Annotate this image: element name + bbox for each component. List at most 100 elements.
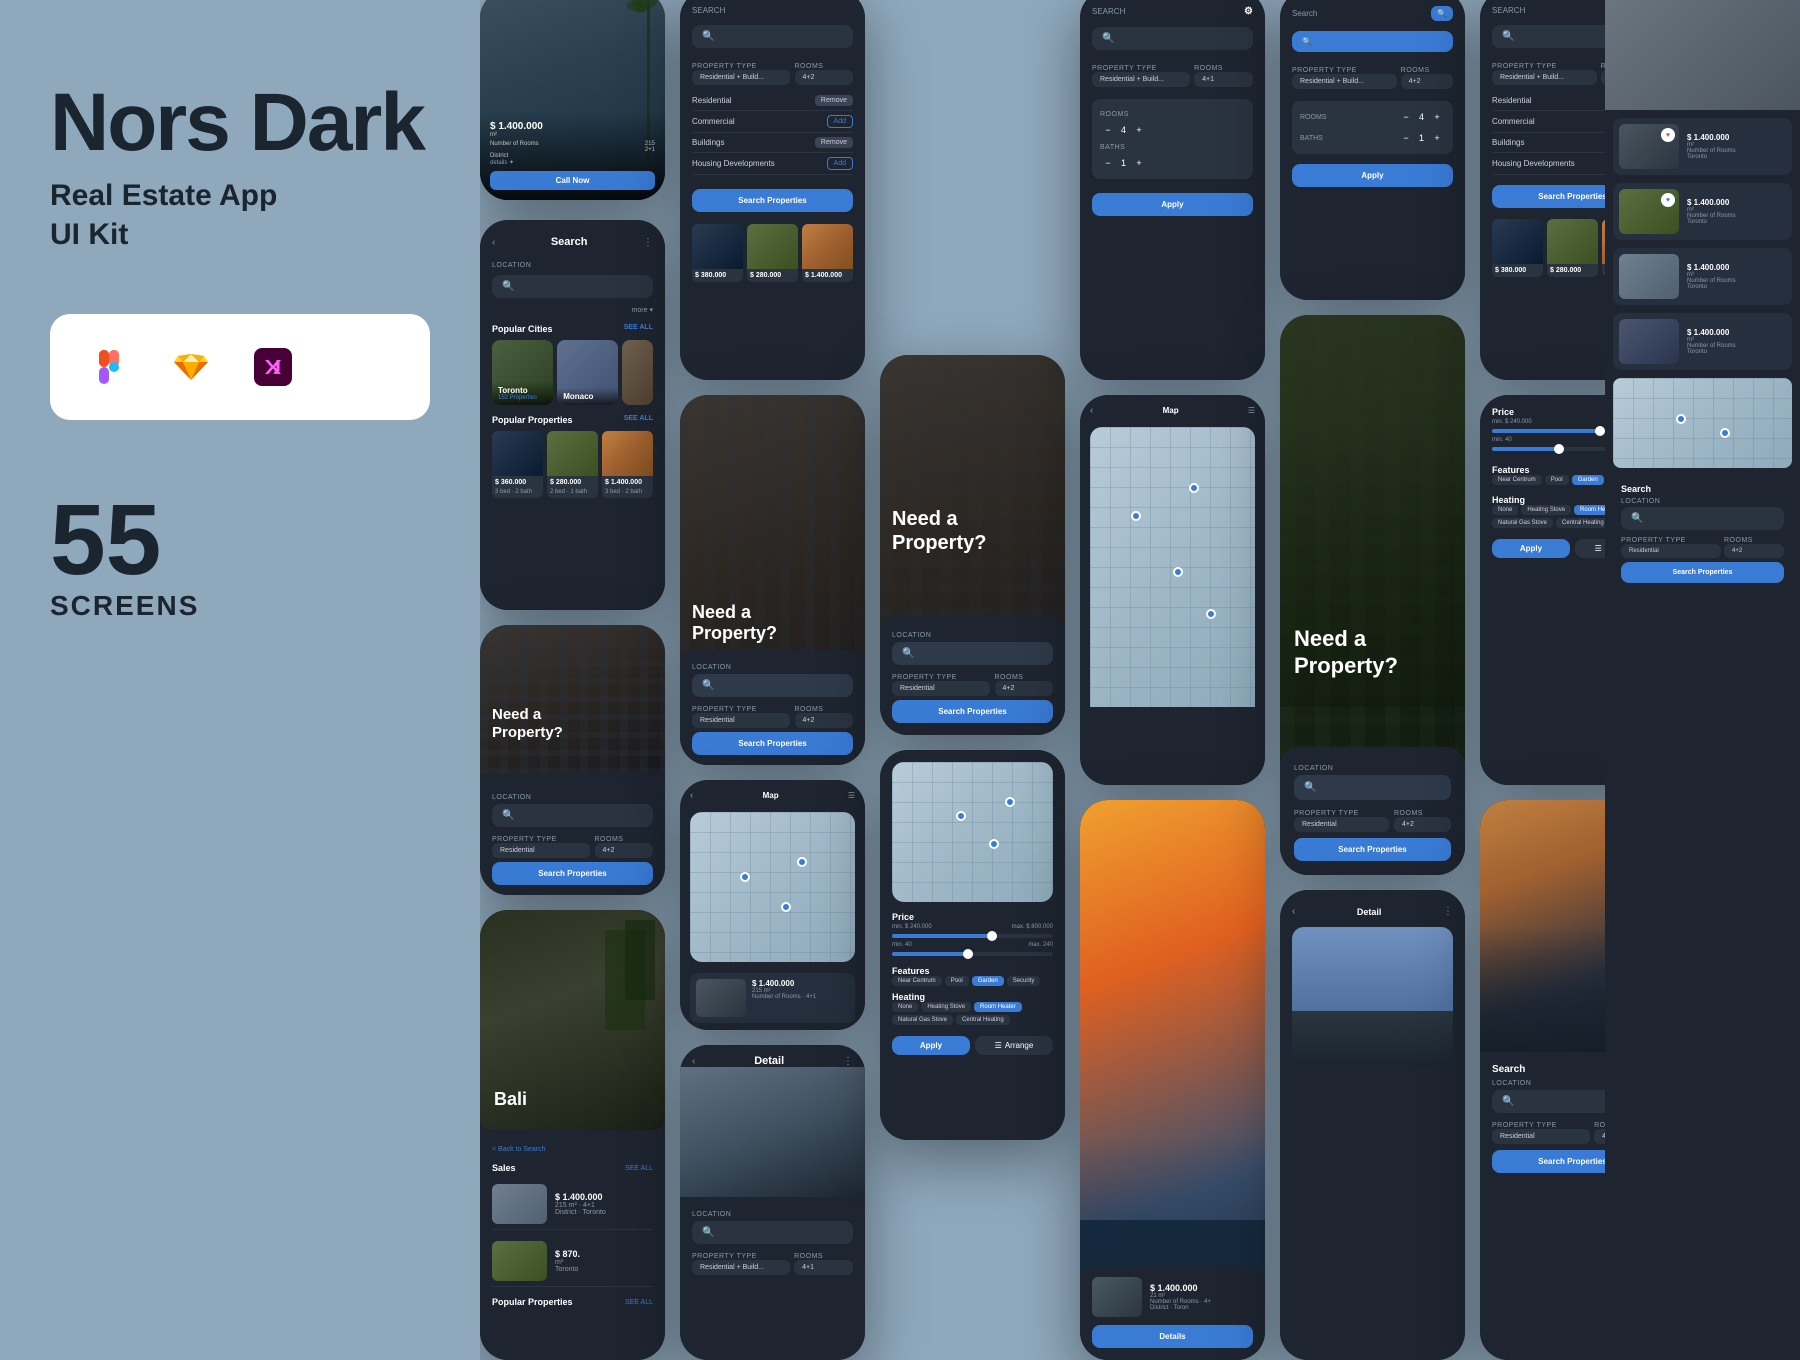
col3-search-btn[interactable]: Search Properties (892, 700, 1053, 723)
back-to-search[interactable]: < Back to Search (492, 1146, 546, 1153)
city-card-extra[interactable] (622, 340, 653, 405)
city-card-monaco[interactable]: Monaco (557, 340, 618, 405)
hero-tall-search-btn[interactable]: Search Properties (1294, 838, 1451, 861)
heat-gas[interactable]: Natural Gas Stove (892, 1015, 953, 1025)
map-back-icon[interactable]: ‹ (690, 790, 693, 801)
c5-rooms-increment[interactable]: + (1429, 109, 1445, 125)
city-card-toronto[interactable]: Toronto 152 Properties (492, 340, 553, 405)
area-thumb[interactable] (963, 949, 973, 959)
bali-prop-2[interactable]: $ 870. m² Toronto (492, 1236, 653, 1287)
map-menu-icon[interactable]: ☰ (848, 791, 855, 800)
c6-tag-garden[interactable]: Garden (1572, 475, 1604, 485)
back-arrow-icon[interactable]: ‹ (492, 237, 495, 248)
add-commercial-btn[interactable]: Add (827, 115, 853, 128)
prop-card-2[interactable]: $ 280.000 2 bed · 1 bath (547, 431, 598, 498)
c6-heat-central[interactable]: Central Heating (1556, 518, 1610, 528)
tag-centrum[interactable]: Near Centrum (892, 976, 942, 986)
c6-heat-none[interactable]: None (1492, 505, 1518, 515)
call-now-btn[interactable]: Call Now (490, 171, 655, 190)
baths-decrement[interactable]: − (1100, 155, 1116, 171)
right-search-section: Search LOCATION 🔍 PROPERTY TYPE Resident… (1613, 476, 1792, 591)
c6-tag-centrum[interactable]: Near Centrum (1492, 475, 1542, 485)
c6-tag-pool[interactable]: Pool (1545, 475, 1569, 485)
bali-prop-1[interactable]: $ 1.400.000 215 m² · 4+1 District · Toro… (492, 1179, 653, 1230)
search-props-btn[interactable]: Search Properties (692, 189, 853, 212)
c6-apply-btn[interactable]: Apply (1492, 539, 1570, 558)
heat-central[interactable]: Central Heating (956, 1015, 1010, 1025)
result-card-2[interactable]: $ 280.000 (747, 224, 798, 282)
heat-none[interactable]: None (892, 1002, 918, 1012)
detail-search[interactable]: 🔍 (692, 1221, 853, 1244)
need-prop-search[interactable]: 🔍 (692, 674, 853, 697)
c5-baths-decrement[interactable]: − (1398, 130, 1414, 146)
c6-heat-gas[interactable]: Natural Gas Stove (1492, 518, 1553, 528)
need-search-btn[interactable]: Search Properties (492, 862, 653, 885)
sales-see-all[interactable]: SEE ALL (625, 1165, 653, 1172)
right-item-2[interactable]: ♥ $ 1.400.000 m² Number of Rooms Toronto (1613, 183, 1792, 240)
map-mid-menu[interactable]: ☰ (1248, 406, 1255, 415)
arrange-button[interactable]: ☰ Arrange (975, 1036, 1053, 1055)
c5-apply-btn[interactable]: Apply (1292, 164, 1453, 187)
col3-search[interactable]: 🔍 (892, 642, 1053, 665)
remove-buildings-btn[interactable]: Remove (815, 137, 853, 148)
detail-back-icon[interactable]: ‹ (692, 1056, 695, 1067)
prop-card-3[interactable]: $ 1.400.000 3 bed · 2 bath (602, 431, 653, 498)
c6-price-thumb[interactable] (1595, 426, 1605, 436)
sunny-details-btn[interactable]: Details (1092, 1325, 1253, 1348)
prop-type-filter-val[interactable]: Residential + Build... (692, 70, 790, 85)
main-search-bar[interactable]: 🔍 (692, 25, 853, 48)
right-prop-list: ♥ $ 1.400.000 m² Number of Rooms Toronto… (1605, 110, 1800, 1360)
map-mid-back[interactable]: ‹ (1090, 405, 1093, 416)
apply-button[interactable]: Apply (892, 1036, 970, 1055)
right-item-3[interactable]: $ 1.400.000 m² Number of Rooms Toronto (1613, 248, 1792, 305)
rooms-increment[interactable]: + (1131, 122, 1147, 138)
c4-search[interactable]: 🔍 (1092, 27, 1253, 50)
heat-stove[interactable]: Heating Stove (921, 1002, 971, 1012)
c6-card-1[interactable]: $ 380.000 (1492, 219, 1543, 277)
c6-heat-stove[interactable]: Heating Stove (1521, 505, 1571, 515)
right-item-4[interactable]: $ 1.400.000 m² Number of Rooms Toronto (1613, 313, 1792, 370)
detail-more-icon[interactable]: ⋮ (843, 1056, 853, 1067)
more-icon[interactable]: ⋮ (643, 237, 653, 248)
right-item-1[interactable]: ♥ $ 1.400.000 m² Number of Rooms Toronto (1613, 118, 1792, 175)
c6-area-thumb[interactable] (1554, 444, 1564, 454)
remove-residential-btn[interactable]: Remove (815, 95, 853, 106)
col3-pin-2 (989, 839, 999, 849)
c6-card-2[interactable]: $ 280.000 (1547, 219, 1598, 277)
baths-counter: − 1 + (1100, 155, 1245, 171)
detail-bot-back[interactable]: ‹ (1292, 906, 1295, 917)
tag-pool[interactable]: Pool (945, 976, 969, 986)
rooms-count: 4 (1121, 125, 1126, 135)
rooms-decrement[interactable]: − (1100, 122, 1116, 138)
detail-hero-img (680, 1067, 865, 1197)
baths-increment[interactable]: + (1131, 155, 1147, 171)
c5-active-search[interactable]: 🔍 (1292, 31, 1453, 52)
heart-icon-1: ♥ (1661, 128, 1675, 142)
prop-card-1[interactable]: $ 360.000 3 bed · 2 bath (492, 431, 543, 498)
more-text[interactable]: more ▾ (632, 306, 653, 314)
c5-baths-increment[interactable]: + (1429, 130, 1445, 146)
hero-tall-search[interactable]: 🔍 (1294, 775, 1451, 800)
price-slider[interactable] (892, 934, 1053, 938)
heat-room[interactable]: Room Heater (974, 1002, 1022, 1012)
popular-see-all[interactable]: SEE ALL (625, 1299, 653, 1306)
add-housing-btn[interactable]: Add (827, 157, 853, 170)
right-search-btn[interactable]: Search Properties (1621, 562, 1784, 583)
area-slider[interactable] (892, 952, 1053, 956)
result-card-3[interactable]: $ 1.400.000 (802, 224, 853, 282)
rooms-filter-val[interactable]: 4+2 (795, 70, 854, 85)
tag-garden[interactable]: Garden (972, 976, 1004, 986)
need-search[interactable]: 🔍 (492, 804, 653, 827)
c4-apply-btn[interactable]: Apply (1092, 193, 1253, 216)
detail-bot-more[interactable]: ⋮ (1443, 906, 1453, 917)
price-thumb[interactable] (987, 931, 997, 941)
bali-prop-district-2: Toronto (555, 1266, 653, 1273)
result-card-1[interactable]: $ 380.000 (692, 224, 743, 282)
right-search-bar[interactable]: 🔍 (1621, 507, 1784, 530)
c5-rooms-decrement[interactable]: − (1398, 109, 1414, 125)
see-all-props[interactable]: SEE ALL (624, 415, 653, 425)
see-all-cities[interactable]: SEE ALL (624, 324, 653, 334)
need-prop-search-btn[interactable]: Search Properties (692, 732, 853, 755)
location-search[interactable]: 🔍 (492, 275, 653, 298)
tag-security[interactable]: Security (1007, 976, 1041, 986)
